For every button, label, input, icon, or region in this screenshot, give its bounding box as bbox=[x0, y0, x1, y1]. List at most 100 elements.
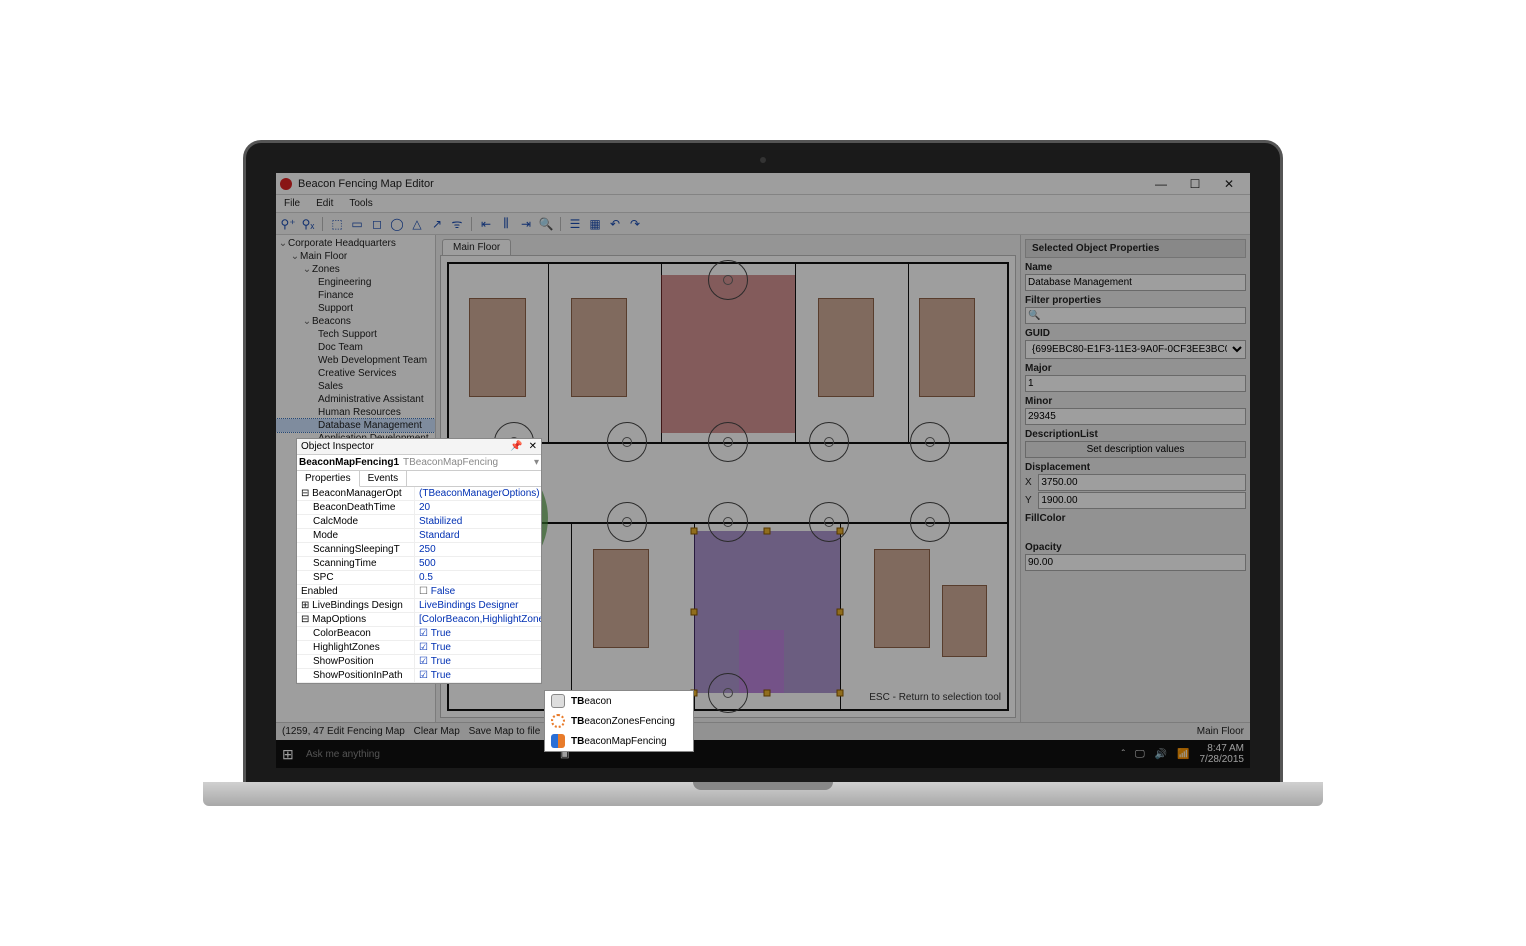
taskbar-search[interactable]: Ask me anything bbox=[306, 749, 380, 760]
app-icon bbox=[280, 178, 292, 190]
beacon-marker[interactable] bbox=[708, 502, 748, 542]
rect-tool-icon[interactable]: ▭ bbox=[349, 216, 365, 232]
link-edit-map[interactable]: Edit Fencing Map bbox=[327, 726, 405, 737]
minimize-button[interactable]: — bbox=[1144, 177, 1178, 191]
align-center-icon[interactable]: ⫼ bbox=[498, 216, 514, 232]
disp-x-field[interactable] bbox=[1038, 474, 1246, 491]
wifi-tool-icon[interactable]: ᯤ bbox=[449, 216, 465, 232]
beacon-marker[interactable] bbox=[708, 673, 748, 713]
taskbar-clock[interactable]: 8:47 AM 7/28/2015 bbox=[1200, 743, 1245, 765]
inspector-pin-icon[interactable]: 📌 bbox=[510, 441, 522, 452]
inspector-row[interactable]: ModeStandard bbox=[297, 529, 541, 543]
menu-edit[interactable]: Edit bbox=[308, 198, 341, 209]
inspector-row[interactable]: ⊟ MapOptions[ColorBeacon,HighlightZone bbox=[297, 613, 541, 627]
menu-file[interactable]: File bbox=[276, 198, 308, 209]
inspector-row[interactable]: BeaconDeathTime20 bbox=[297, 501, 541, 515]
start-button[interactable]: ⊞ bbox=[282, 746, 298, 763]
beacon-marker[interactable] bbox=[910, 422, 950, 462]
tab-properties[interactable]: Properties bbox=[297, 471, 360, 487]
tree-zones[interactable]: ⌄Zones bbox=[276, 263, 435, 276]
redo-icon[interactable]: ↷ bbox=[627, 216, 643, 232]
beacon-marker[interactable] bbox=[910, 502, 950, 542]
tree-beacon[interactable]: Tech Support bbox=[276, 328, 435, 341]
tab-events[interactable]: Events bbox=[360, 471, 408, 486]
tree-beacon[interactable]: Creative Services bbox=[276, 367, 435, 380]
tree-floor[interactable]: ⌄Main Floor bbox=[276, 250, 435, 263]
tree-beacons[interactable]: ⌄Beacons bbox=[276, 315, 435, 328]
add-beacon-icon[interactable]: ⚲⁺ bbox=[280, 216, 296, 232]
inspector-row[interactable]: SPC0.5 bbox=[297, 571, 541, 585]
inspector-row[interactable]: EnabledFalse bbox=[297, 585, 541, 599]
tree-root[interactable]: ⌄Corporate Headquarters bbox=[276, 237, 435, 250]
popup-item[interactable]: TBeacon bbox=[545, 691, 693, 711]
tray-monitor-icon[interactable]: 🖵 bbox=[1135, 749, 1145, 760]
menu-tools[interactable]: Tools bbox=[341, 198, 380, 209]
tree-zone[interactable]: Finance bbox=[276, 289, 435, 302]
tray-chevron-icon[interactable]: ˆ bbox=[1122, 749, 1125, 760]
desclist-button[interactable]: Set description values bbox=[1025, 441, 1246, 458]
tab-main-floor[interactable]: Main Floor bbox=[442, 239, 511, 255]
maximize-button[interactable]: ☐ bbox=[1178, 177, 1212, 191]
popup-item[interactable]: TBeaconZonesFencing bbox=[545, 711, 693, 731]
toolbar: ⚲⁺ ⚲ₓ ⬚ ▭ ◻ ◯ △ ↗ ᯤ ⇤ ⫼ ⇥ 🔍 ☰ bbox=[276, 213, 1250, 235]
circle-tool-icon[interactable]: ◯ bbox=[389, 216, 405, 232]
square-tool-icon[interactable]: ◻ bbox=[369, 216, 385, 232]
align-right-icon[interactable]: ⇥ bbox=[518, 216, 534, 232]
guid-field[interactable]: {699EBC80-E1F3-11E3-9A0F-0CF3EE3BC0 bbox=[1025, 340, 1246, 359]
object-inspector[interactable]: Object Inspector 📌 ✕ BeaconMapFencing1TB… bbox=[296, 438, 542, 684]
filter-field[interactable] bbox=[1025, 307, 1246, 324]
tree-zone[interactable]: Support bbox=[276, 302, 435, 315]
beacon-marker[interactable] bbox=[708, 422, 748, 462]
inspector-row[interactable]: ShowPositionTrue bbox=[297, 655, 541, 669]
close-button[interactable]: ✕ bbox=[1212, 177, 1246, 191]
list-icon[interactable]: ☰ bbox=[567, 216, 583, 232]
inspector-row[interactable]: ColorBeaconTrue bbox=[297, 627, 541, 641]
opacity-field[interactable] bbox=[1025, 554, 1246, 571]
link-clear-map[interactable]: Clear Map bbox=[414, 726, 460, 737]
properties-panel: Selected Object Properties Name Filter p… bbox=[1020, 235, 1250, 722]
zoom-icon[interactable]: 🔍 bbox=[538, 216, 554, 232]
tree-beacon[interactable]: Doc Team bbox=[276, 341, 435, 354]
inspector-row[interactable]: ScanningTime500 bbox=[297, 557, 541, 571]
inspector-object-combo[interactable]: BeaconMapFencing1TBeaconMapFencing▾ bbox=[297, 455, 541, 471]
minor-field[interactable] bbox=[1025, 408, 1246, 425]
inspector-row[interactable]: ScanningSleepingT250 bbox=[297, 543, 541, 557]
titlebar: Beacon Fencing Map Editor — ☐ ✕ bbox=[276, 173, 1250, 195]
inspector-row[interactable]: ShowPositionInPathTrue bbox=[297, 669, 541, 683]
arrow-tool-icon[interactable]: ↗ bbox=[429, 216, 445, 232]
beacon-marker[interactable] bbox=[607, 502, 647, 542]
tray-sound-icon[interactable]: 🔊 bbox=[1155, 749, 1167, 760]
triangle-tool-icon[interactable]: △ bbox=[409, 216, 425, 232]
tree-zone[interactable]: Engineering bbox=[276, 276, 435, 289]
inspector-row[interactable]: ⊟ BeaconManagerOpt(TBeaconManagerOptions… bbox=[297, 487, 541, 501]
tree-beacon[interactable]: Web Development Team bbox=[276, 354, 435, 367]
tree-beacon[interactable]: Administrative Assistant bbox=[276, 393, 435, 406]
beacon-marker[interactable] bbox=[708, 260, 748, 300]
code-completion-popup[interactable]: TBeacon TBeaconZonesFencing TBeaconMapFe… bbox=[544, 690, 694, 752]
minor-label: Minor bbox=[1025, 396, 1246, 407]
tree-beacon[interactable]: Sales bbox=[276, 380, 435, 393]
tree-beacon-selected[interactable]: Database Management bbox=[276, 419, 435, 432]
undo-icon[interactable]: ↶ bbox=[607, 216, 623, 232]
inspector-row[interactable]: CalcModeStabilized bbox=[297, 515, 541, 529]
inspector-close-icon[interactable]: ✕ bbox=[529, 441, 537, 452]
esc-hint: ESC - Return to selection tool bbox=[869, 692, 1001, 703]
inspector-row[interactable]: HighlightZonesTrue bbox=[297, 641, 541, 655]
tree-beacon[interactable]: Human Resources bbox=[276, 406, 435, 419]
name-field[interactable] bbox=[1025, 274, 1246, 291]
beacon-marker[interactable] bbox=[809, 422, 849, 462]
beacon-marker[interactable] bbox=[607, 422, 647, 462]
align-left-icon[interactable]: ⇤ bbox=[478, 216, 494, 232]
major-field[interactable] bbox=[1025, 375, 1246, 392]
disp-y-field[interactable] bbox=[1038, 492, 1246, 509]
tray-network-icon[interactable]: 📶 bbox=[1177, 749, 1189, 760]
webcam-dot bbox=[760, 157, 766, 163]
select-tool-icon[interactable]: ⬚ bbox=[329, 216, 345, 232]
popup-item[interactable]: TBeaconMapFencing bbox=[545, 731, 693, 751]
beacon-marker[interactable] bbox=[809, 502, 849, 542]
inspector-row[interactable]: ⊞ LiveBindings DesignLiveBindings Design… bbox=[297, 599, 541, 613]
grid-icon[interactable]: ▦ bbox=[587, 216, 603, 232]
delete-beacon-icon[interactable]: ⚲ₓ bbox=[300, 216, 316, 232]
opacity-label: Opacity bbox=[1025, 542, 1246, 553]
link-save-map[interactable]: Save Map to file bbox=[469, 726, 541, 737]
